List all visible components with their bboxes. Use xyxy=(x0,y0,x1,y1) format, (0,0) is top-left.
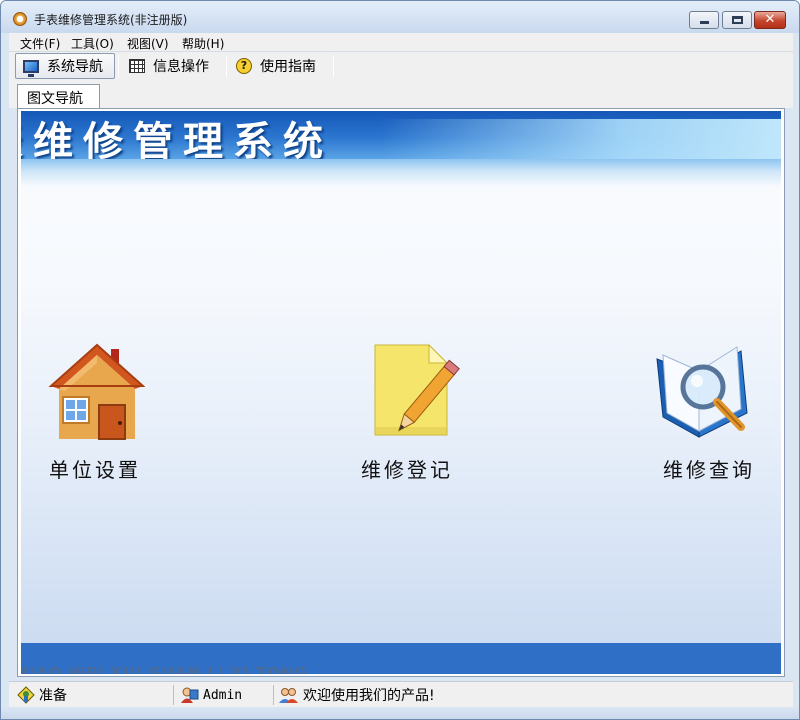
status-separator xyxy=(173,685,174,705)
ready-icon xyxy=(17,686,35,704)
banner-title: 表维修管理系统 xyxy=(21,119,333,165)
notepad-pencil-icon xyxy=(374,343,460,436)
navigation-canvas: 表维修管理系统 单位设置 xyxy=(21,111,781,674)
banner-swoosh xyxy=(381,119,781,159)
status-separator xyxy=(273,685,274,705)
monitor-icon xyxy=(23,59,39,77)
menu-tools[interactable]: 工具(O) xyxy=(71,35,114,52)
status-text: 准备 xyxy=(39,688,67,704)
user-icon xyxy=(181,687,199,703)
status-bar: 准备 Admin 欢迎使用我们的产品! xyxy=(9,681,793,707)
content-panel: 表维修管理系统 单位设置 xyxy=(17,108,785,677)
status-ready: 准备 xyxy=(17,685,67,705)
window-bottom-frame xyxy=(1,707,799,719)
banner-header: 表维修管理系统 xyxy=(21,111,781,187)
status-message: 欢迎使用我们的产品! xyxy=(279,685,435,705)
menu-bar: 文件(F) 工具(O) 视图(V) 帮助(H) xyxy=(9,33,793,52)
status-username: Admin xyxy=(203,687,243,703)
toolbar-button-info-ops[interactable]: 信息操作 xyxy=(123,53,223,79)
menu-view[interactable]: 视图(V) xyxy=(127,35,169,52)
toolbar-button-label: 使用指南 xyxy=(260,59,316,75)
feature-label: 维修登记 xyxy=(361,458,453,482)
close-icon: ✕ xyxy=(764,12,776,27)
toolbar-separator xyxy=(333,55,334,77)
close-button[interactable]: ✕ xyxy=(754,11,786,29)
feature-label: 单位设置 xyxy=(49,458,141,482)
minimize-button[interactable] xyxy=(689,11,719,29)
window-title: 手表维修管理系统(非注册版) xyxy=(34,13,188,27)
grid-icon xyxy=(129,59,145,73)
feature-repair-query[interactable]: 维修查询 xyxy=(651,341,781,482)
status-user: Admin xyxy=(179,685,242,705)
feature-unit-settings[interactable]: 单位设置 xyxy=(45,341,175,482)
status-welcome-text: 欢迎使用我们的产品! xyxy=(303,688,435,704)
toolbar-button-label: 系统导航 xyxy=(47,59,103,75)
maximize-button[interactable] xyxy=(722,11,752,29)
toolbar-button-user-guide[interactable]: ? 使用指南 xyxy=(230,53,330,79)
feature-repair-register[interactable]: 维修登记 xyxy=(361,341,491,482)
toolbar-button-system-nav[interactable]: 系统导航 xyxy=(15,53,115,79)
tab-graphic-nav[interactable]: 图文导航 xyxy=(17,84,100,109)
toolbar-separator xyxy=(226,55,227,77)
maximize-icon xyxy=(732,16,743,24)
tab-strip: 图文导航 xyxy=(9,80,793,109)
toolbar-button-label: 信息操作 xyxy=(153,59,209,75)
tab-label: 图文导航 xyxy=(27,91,83,107)
toolbar: 系统导航 信息操作 ? 使用指南 xyxy=(9,52,793,80)
help-icon: ? xyxy=(236,58,252,74)
menu-file[interactable]: 文件(F) xyxy=(20,35,60,52)
minimize-icon xyxy=(700,21,709,24)
users-icon xyxy=(279,688,298,703)
banner-pinyin: BIAO WEI XIU GUAN LI XI TONG xyxy=(21,664,308,674)
title-bar[interactable]: 手表维修管理系统(非注册版) ✕ xyxy=(1,1,799,33)
app-window: 手表维修管理系统(非注册版) ✕ 文件(F) 工具(O) 视图(V) 帮助(H)… xyxy=(0,0,800,720)
app-clock-icon xyxy=(13,12,27,26)
house-icon xyxy=(48,343,145,440)
feature-label: 维修查询 xyxy=(663,458,755,482)
book-magnifier-icon xyxy=(656,346,748,438)
menu-help[interactable]: 帮助(H) xyxy=(182,35,224,52)
toolbar-separator xyxy=(118,55,119,77)
